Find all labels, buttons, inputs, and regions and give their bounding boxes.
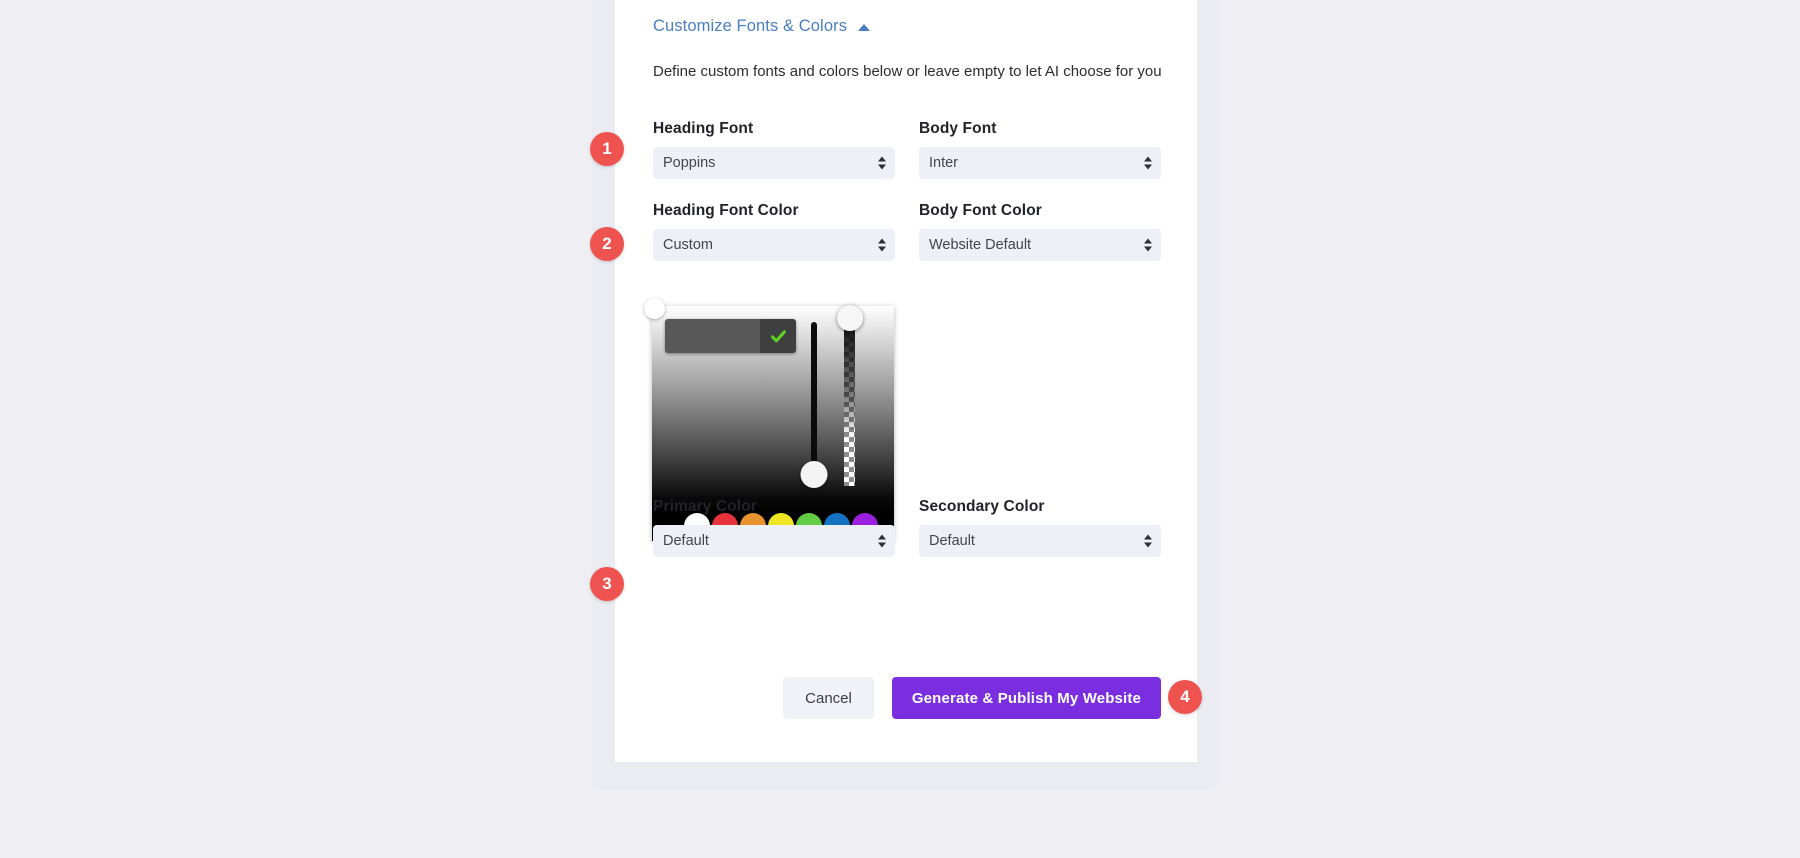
primary-color-label: Primary Color <box>653 498 757 515</box>
heading-font-field: Heading Font Poppins <box>653 120 895 179</box>
heading-font-color-value: Custom <box>663 237 713 253</box>
section-description: Define custom fonts and colors below or … <box>653 63 1162 80</box>
select-updown-icon <box>1144 238 1152 252</box>
primary-color-value: Default <box>663 533 709 549</box>
step-badge-1: 1 <box>590 132 624 166</box>
selected-color-swatch <box>665 319 760 353</box>
color-preview-bar <box>665 319 796 353</box>
secondary-color-value: Default <box>929 533 975 549</box>
select-updown-icon <box>1144 534 1152 548</box>
opacity-slider-handle[interactable] <box>836 305 863 331</box>
caret-up-icon[interactable] <box>858 23 871 31</box>
body-font-color-field: Body Font Color Website Default <box>919 202 1161 261</box>
cancel-button[interactable]: Cancel <box>783 677 874 719</box>
select-updown-icon <box>1144 156 1152 170</box>
select-updown-icon <box>878 156 886 170</box>
customize-fonts-colors-toggle[interactable]: Customize Fonts & Colors <box>653 17 871 36</box>
brand-color-fields-row: Primary Color Default Secondary Color De… <box>653 498 1161 557</box>
step-badge-4: 4 <box>1168 680 1202 714</box>
body-font-color-label: Body Font Color <box>919 202 1042 219</box>
secondary-color-select[interactable]: Default <box>919 525 1161 557</box>
heading-font-value: Poppins <box>663 155 716 171</box>
generate-publish-button[interactable]: Generate & Publish My Website <box>891 677 1161 719</box>
heading-font-label: Heading Font <box>653 120 754 137</box>
body-font-value: Inter <box>929 155 959 171</box>
select-updown-icon <box>878 534 886 548</box>
font-color-fields-row: Heading Font Color Custom Body Font Colo… <box>653 202 1161 261</box>
brightness-slider[interactable] <box>800 322 828 488</box>
primary-color-field: Primary Color Default <box>653 498 895 557</box>
body-font-field: Body Font Inter <box>919 120 1161 179</box>
picker-drag-handle[interactable] <box>644 298 665 319</box>
brightness-slider-handle[interactable] <box>800 461 828 488</box>
opacity-slider[interactable] <box>836 305 863 486</box>
confirm-color-button[interactable] <box>760 319 796 353</box>
secondary-color-label: Secondary Color <box>919 498 1045 515</box>
modal-actions: Cancel Generate & Publish My Website <box>653 677 1161 719</box>
font-fields-row: Heading Font Poppins Body Font Inter <box>653 120 1161 179</box>
heading-font-color-label: Heading Font Color <box>653 202 799 219</box>
check-icon <box>770 329 786 342</box>
body-font-color-value: Website Default <box>929 237 1032 253</box>
body-font-label: Body Font <box>919 120 997 137</box>
page-root: Customize Fonts & Colors Define custom f… <box>0 0 1800 858</box>
body-font-color-select[interactable]: Website Default <box>919 229 1161 261</box>
body-font-select[interactable]: Inter <box>919 147 1161 179</box>
step-badge-2: 2 <box>590 227 624 261</box>
heading-font-color-select[interactable]: Custom <box>653 229 895 261</box>
heading-font-select[interactable]: Poppins <box>653 147 895 179</box>
section-title: Customize Fonts & Colors <box>653 17 848 35</box>
primary-color-select[interactable]: Default <box>653 525 895 557</box>
secondary-color-field: Secondary Color Default <box>919 498 1161 557</box>
select-updown-icon <box>878 238 886 252</box>
heading-font-color-field: Heading Font Color Custom <box>653 202 895 261</box>
step-badge-3: 3 <box>590 567 624 601</box>
